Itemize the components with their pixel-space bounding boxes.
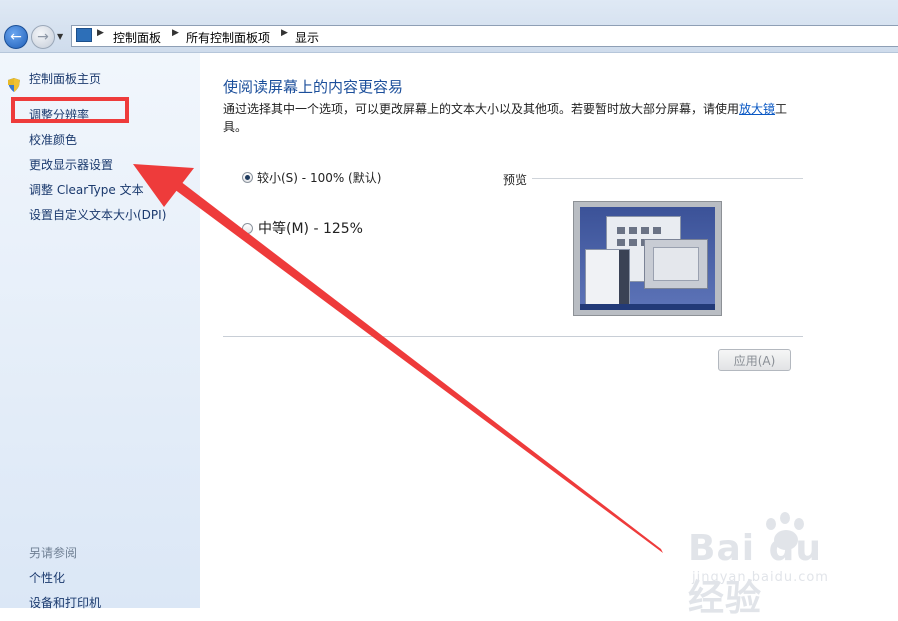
address-bar-area: ← → ▼ ▶ 控制面板 ▶ 所有控制面板项 ▶ 显示 xyxy=(0,0,898,53)
size-smaller-radio[interactable] xyxy=(242,172,253,183)
preview-label: 预览 xyxy=(503,173,528,187)
sidebar-item-change-display-settings[interactable]: 更改显示器设置 xyxy=(29,156,113,173)
breadcrumb-separator-icon[interactable]: ▶ xyxy=(97,28,104,38)
size-medium-radio[interactable] xyxy=(242,223,253,234)
sidebar-item-cleartype[interactable]: 调整 ClearType 文本 xyxy=(29,181,144,198)
sidebar-item-personalization[interactable]: 个性化 xyxy=(29,569,65,586)
watermark-url: jingyan.baidu.com xyxy=(692,570,829,585)
back-arrow-icon: ← xyxy=(10,29,22,45)
apply-button[interactable]: 应用(A) xyxy=(718,349,791,371)
preview-window xyxy=(644,239,708,289)
page-description: 通过选择其中一个选项，可以更改屏幕上的文本大小以及其他项。若要暂时放大部分屏幕，… xyxy=(223,100,803,136)
sidebar-item-control-panel-home[interactable]: 控制面板主页 xyxy=(29,70,101,87)
forward-arrow-icon: → xyxy=(37,29,49,45)
breadcrumb-separator-icon[interactable]: ▶ xyxy=(281,28,288,38)
baidu-watermark: Bai du 经验 jingyan.baidu.com xyxy=(686,508,856,619)
sidebar-item-calibrate-color[interactable]: 校准颜色 xyxy=(29,131,77,148)
back-button[interactable]: ← xyxy=(4,25,28,49)
sidebar-item-devices-printers[interactable]: 设备和打印机 xyxy=(29,594,101,611)
magnifier-link[interactable]: 放大镜 xyxy=(739,102,775,116)
size-medium-label[interactable]: 中等(M) - 125% xyxy=(258,218,363,238)
breadcrumb-separator-icon[interactable]: ▶ xyxy=(172,28,179,38)
uac-shield-icon xyxy=(8,78,20,92)
breadcrumb-control-panel[interactable]: 控制面板 xyxy=(113,29,161,46)
see-also-heading: 另请参阅 xyxy=(29,546,78,560)
description-text: 通过选择其中一个选项，可以更改屏幕上的文本大小以及其他项。若要暂时放大部分屏幕，… xyxy=(223,102,740,116)
breadcrumb-display[interactable]: 显示 xyxy=(295,29,319,46)
recent-pages-dropdown-icon[interactable]: ▼ xyxy=(57,32,63,41)
annotation-highlight-box xyxy=(11,97,129,123)
preview-taskbar xyxy=(580,304,715,310)
preview-image xyxy=(573,201,722,316)
preview-screen xyxy=(580,207,715,310)
forward-button[interactable]: → xyxy=(31,25,55,49)
section-divider xyxy=(223,336,803,337)
page-title: 使阅读屏幕上的内容更容易 xyxy=(223,78,404,96)
preview-divider xyxy=(532,178,803,179)
size-smaller-label[interactable]: 较小(S) - 100% (默认) xyxy=(257,169,381,186)
sidebar-item-custom-dpi[interactable]: 设置自定义文本大小(DPI) xyxy=(29,206,166,223)
breadcrumb-all-items[interactable]: 所有控制面板项 xyxy=(186,29,270,46)
control-panel-icon xyxy=(76,28,92,42)
address-bar[interactable]: ▶ 控制面板 ▶ 所有控制面板项 ▶ 显示 xyxy=(71,25,898,47)
preview-window xyxy=(585,249,630,308)
